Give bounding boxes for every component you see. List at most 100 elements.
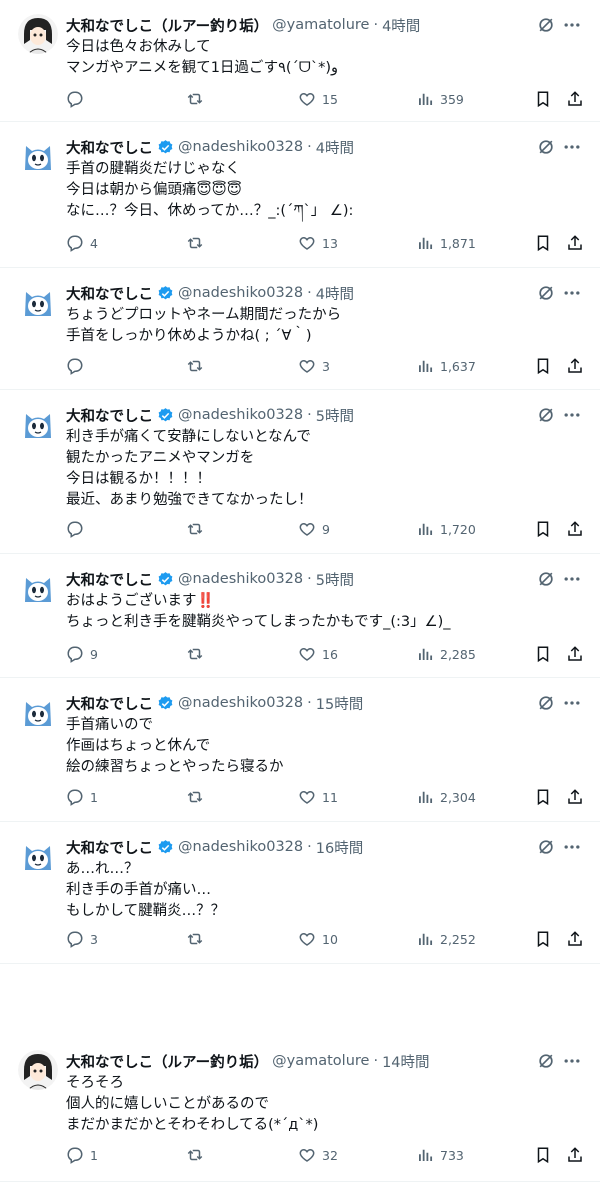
views-button[interactable]: 733 — [416, 1146, 464, 1164]
timestamp[interactable]: 4時間 — [316, 283, 354, 304]
retweet-button[interactable] — [186, 90, 204, 108]
timestamp[interactable]: 16時間 — [316, 837, 363, 858]
bookmark-button[interactable] — [534, 357, 552, 375]
grok-icon[interactable] — [536, 693, 556, 713]
user-handle[interactable]: @nadeshiko0328 — [178, 139, 303, 155]
avatar[interactable] — [18, 14, 58, 54]
tweet[interactable]: 大和なでしこ（ルアー釣り垢） @yamatolure · 14時間 そろそろ 個人的に嬉… — [0, 1036, 600, 1182]
like-button[interactable]: 10 — [298, 930, 338, 948]
like-button[interactable]: 15 — [298, 90, 338, 108]
more-icon[interactable] — [562, 693, 582, 713]
views-button[interactable]: 2,304 — [416, 788, 476, 806]
grok-icon[interactable] — [536, 569, 556, 589]
views-button[interactable]: 359 — [416, 90, 464, 108]
share-button[interactable] — [566, 234, 584, 252]
retweet-button[interactable] — [186, 788, 204, 806]
like-button[interactable]: 16 — [298, 645, 338, 663]
timestamp[interactable]: 4時間 — [316, 137, 354, 158]
user-handle[interactable]: @nadeshiko0328 — [178, 285, 303, 301]
share-button[interactable] — [566, 1146, 584, 1164]
user-handle[interactable]: @nadeshiko0328 — [178, 571, 303, 587]
more-icon[interactable] — [562, 15, 582, 35]
grok-icon[interactable] — [536, 405, 556, 425]
reply-button[interactable] — [66, 520, 90, 538]
retweet-button[interactable] — [186, 645, 204, 663]
grok-icon[interactable] — [536, 837, 556, 857]
like-button[interactable]: 3 — [298, 357, 330, 375]
display-name[interactable]: 大和なでしこ — [66, 693, 153, 714]
bookmark-button[interactable] — [534, 90, 552, 108]
avatar[interactable] — [18, 282, 58, 322]
bookmark-button[interactable] — [534, 1146, 552, 1164]
avatar[interactable] — [18, 568, 58, 608]
bookmark-button[interactable] — [534, 234, 552, 252]
reply-button[interactable]: 3 — [66, 930, 98, 948]
avatar[interactable] — [18, 404, 58, 444]
retweet-button[interactable] — [186, 234, 204, 252]
reply-button[interactable]: 1 — [66, 1146, 98, 1164]
tweet[interactable]: 大和なでしこ @nadeshiko0328 · 5時間 利き手が痛くて安静にしないとなん… — [0, 390, 600, 554]
timestamp[interactable]: 14時間 — [382, 1051, 429, 1072]
views-button[interactable]: 2,252 — [416, 930, 476, 948]
grok-icon[interactable] — [536, 137, 556, 157]
grok-icon[interactable] — [536, 1051, 556, 1071]
more-icon[interactable] — [562, 1051, 582, 1071]
bookmark-button[interactable] — [534, 788, 552, 806]
more-icon[interactable] — [562, 283, 582, 303]
grok-icon[interactable] — [536, 15, 556, 35]
timestamp[interactable]: 15時間 — [316, 693, 363, 714]
bookmark-button[interactable] — [534, 520, 552, 538]
like-button[interactable]: 13 — [298, 234, 338, 252]
share-button[interactable] — [566, 90, 584, 108]
display-name[interactable]: 大和なでしこ — [66, 137, 153, 158]
reply-button[interactable]: 9 — [66, 645, 98, 663]
grok-icon[interactable] — [536, 283, 556, 303]
tweet[interactable]: 大和なでしこ @nadeshiko0328 · 4時間 手首の腱鞘炎だけじゃなく 今日は… — [0, 122, 600, 268]
reply-button[interactable]: 1 — [66, 788, 98, 806]
views-button[interactable]: 1,637 — [416, 357, 476, 375]
display-name[interactable]: 大和なでしこ（ルアー釣り垢） — [66, 1051, 268, 1072]
display-name[interactable]: 大和なでしこ — [66, 283, 153, 304]
reply-button[interactable] — [66, 357, 90, 375]
retweet-button[interactable] — [186, 930, 204, 948]
share-button[interactable] — [566, 930, 584, 948]
retweet-button[interactable] — [186, 1146, 204, 1164]
display-name[interactable]: 大和なでしこ — [66, 837, 153, 858]
reply-button[interactable]: 4 — [66, 234, 98, 252]
more-icon[interactable] — [562, 837, 582, 857]
user-handle[interactable]: @nadeshiko0328 — [178, 839, 303, 855]
share-button[interactable] — [566, 520, 584, 538]
retweet-button[interactable] — [186, 520, 204, 538]
avatar[interactable] — [18, 136, 58, 176]
like-button[interactable]: 11 — [298, 788, 338, 806]
display-name[interactable]: 大和なでしこ — [66, 569, 153, 590]
bookmark-button[interactable] — [534, 930, 552, 948]
bookmark-button[interactable] — [534, 645, 552, 663]
share-button[interactable] — [566, 788, 584, 806]
more-icon[interactable] — [562, 569, 582, 589]
user-handle[interactable]: @yamatolure — [272, 17, 369, 33]
more-icon[interactable] — [562, 137, 582, 157]
like-button[interactable]: 9 — [298, 520, 330, 538]
tweet[interactable]: 大和なでしこ（ルアー釣り垢） @yamatolure · 4時間 今日は色々お休みして … — [0, 0, 600, 122]
avatar[interactable] — [18, 692, 58, 732]
tweet[interactable]: 大和なでしこ @nadeshiko0328 · 16時間 あ…れ…？ 利き手の手首が痛い… — [0, 822, 600, 964]
views-button[interactable]: 1,720 — [416, 520, 476, 538]
share-button[interactable] — [566, 357, 584, 375]
timestamp[interactable]: 5時間 — [316, 569, 354, 590]
tweet[interactable]: 大和なでしこ @nadeshiko0328 · 15時間 手首痛いので 作画はちょっと休… — [0, 678, 600, 822]
user-handle[interactable]: @nadeshiko0328 — [178, 407, 303, 423]
tweet[interactable]: 大和なでしこ @nadeshiko0328 · 4時間 ちょうどプロットやネーム期間だっ… — [0, 268, 600, 390]
avatar[interactable] — [18, 1050, 58, 1090]
user-handle[interactable]: @nadeshiko0328 — [178, 695, 303, 711]
retweet-button[interactable] — [186, 357, 204, 375]
timestamp[interactable]: 5時間 — [316, 405, 354, 426]
views-button[interactable]: 1,871 — [416, 234, 476, 252]
display-name[interactable]: 大和なでしこ（ルアー釣り垢） — [66, 15, 268, 36]
tweet[interactable]: 大和なでしこ @nadeshiko0328 · 5時間 おはようございます‼️ ちょっと… — [0, 554, 600, 678]
display-name[interactable]: 大和なでしこ — [66, 405, 153, 426]
views-button[interactable]: 2,285 — [416, 645, 476, 663]
more-icon[interactable] — [562, 405, 582, 425]
avatar[interactable] — [18, 836, 58, 876]
timestamp[interactable]: 4時間 — [382, 15, 420, 36]
